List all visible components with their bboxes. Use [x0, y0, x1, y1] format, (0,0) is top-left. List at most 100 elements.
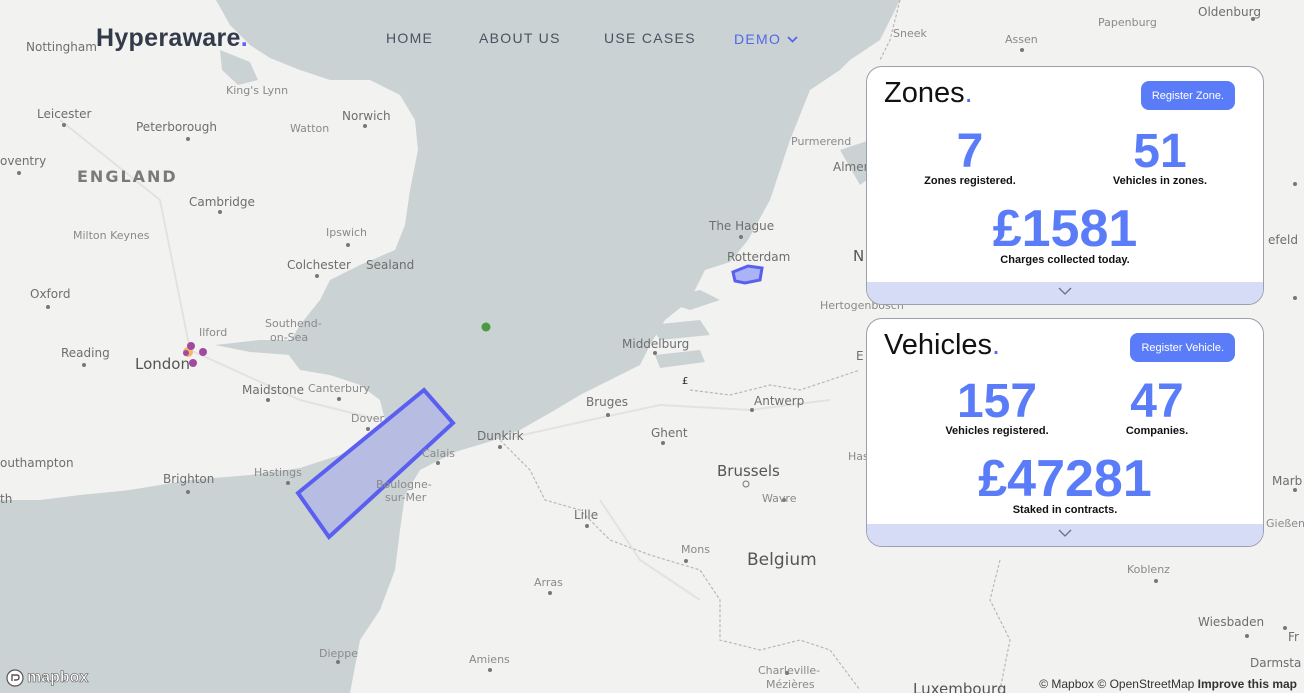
- place-label: Assen: [1005, 33, 1038, 46]
- mapbox-icon: [6, 669, 24, 687]
- nav-about-us[interactable]: ABOUT US: [479, 30, 561, 46]
- place-label: Boulogne-: [376, 478, 432, 491]
- stat-label: Companies.: [1125, 425, 1189, 437]
- place-label: Maidstone: [242, 383, 304, 397]
- place-label: efeld: [1268, 233, 1298, 247]
- place-label: Colchester: [287, 258, 351, 272]
- vehicles-panel: Vehicles. Register Vehicle. 157 Vehicles…: [866, 318, 1264, 547]
- place-label: Charleville-: [758, 664, 821, 677]
- country-label: Belgium: [747, 550, 817, 570]
- place-label: Papenburg: [1098, 16, 1157, 29]
- chevron-down-icon: [1058, 287, 1072, 295]
- place-label: King's Lynn: [226, 84, 289, 97]
- place-label: Mons: [681, 543, 710, 556]
- place-label: Sneek: [893, 27, 927, 40]
- place-label: Watton: [290, 122, 330, 135]
- place-label: Lille: [574, 508, 599, 522]
- place-label: Peterborough: [136, 120, 218, 134]
- place-label: Wavre: [762, 492, 797, 505]
- place-label: Ilford: [199, 326, 228, 339]
- stat-value: 157: [956, 375, 1038, 428]
- site-logo[interactable]: Hyperaware.: [96, 24, 248, 53]
- place-label: Amiens: [469, 653, 510, 666]
- place-label: Ipswich: [326, 226, 368, 239]
- stat-value: 51: [1133, 125, 1187, 178]
- mapbox-logo[interactable]: mapbox: [6, 669, 89, 687]
- place-label: on-Sea: [270, 331, 309, 344]
- staked-contracts-stat: £47281 Staked in contracts.: [957, 453, 1173, 516]
- place-label: N: [853, 247, 865, 265]
- vehicle-marker: [481, 322, 491, 332]
- place-label: Bruges: [586, 395, 629, 409]
- place-label: sur-Mer: [385, 491, 427, 504]
- place-label: Ghent: [651, 426, 688, 440]
- place-label: oventry: [0, 154, 47, 168]
- place-label: Wiesbaden: [1198, 615, 1265, 629]
- stat-label: Vehicles registered.: [945, 425, 1049, 437]
- place-label: Calais: [422, 447, 456, 460]
- place-label: Oldenburg: [1198, 5, 1261, 19]
- place-label: Hastings: [254, 466, 302, 479]
- place-label: Antwerp: [754, 394, 805, 408]
- logo-text: Hyperaware: [96, 24, 241, 52]
- register-vehicle-button[interactable]: Register Vehicle.: [1130, 333, 1235, 362]
- place-label: Rotterdam: [727, 250, 791, 264]
- place-label: Arras: [534, 576, 563, 589]
- companies-stat: 47 Companies.: [1107, 375, 1207, 438]
- place-label: Milton Keynes: [73, 229, 150, 242]
- attribution-mapbox-link[interactable]: © Mapbox: [1039, 677, 1094, 691]
- place-label: Gießen: [1266, 517, 1304, 530]
- place-label: Oxford: [30, 287, 71, 301]
- pound-marker: £: [682, 376, 688, 387]
- place-label: Cambridge: [189, 195, 255, 209]
- place-label: Darmsta: [1250, 656, 1302, 670]
- place-label: Marb: [1272, 474, 1303, 488]
- place-label: E: [856, 349, 864, 363]
- place-label: th: [0, 492, 13, 506]
- vehicles-expand-toggle[interactable]: [867, 524, 1263, 546]
- mapbox-wordmark: mapbox: [27, 669, 89, 687]
- zones-title: Zones.: [884, 77, 973, 109]
- nav-home[interactable]: HOME: [386, 30, 433, 46]
- place-label: Reading: [61, 346, 110, 360]
- zones-registered-stat: 7 Zones registered.: [907, 125, 1033, 188]
- place-label: Fr: [1288, 630, 1299, 644]
- place-label: Middelburg: [622, 337, 690, 351]
- zones-panel: Zones. Register Zone. 7 Zones registered…: [866, 66, 1264, 305]
- improve-map-link[interactable]: Improve this map: [1198, 677, 1297, 691]
- charges-collected-stat: £1581 Charges collected today.: [967, 200, 1163, 266]
- nav-use-cases[interactable]: USE CASES: [604, 30, 696, 46]
- place-label: Brussels: [717, 462, 780, 480]
- place-label: Mézières: [766, 678, 815, 691]
- vehicles-in-zones-stat: 51 Vehicles in zones.: [1097, 125, 1223, 188]
- place-label: Purmerend: [791, 135, 852, 148]
- place-label: Dover: [351, 412, 384, 425]
- stat-value: 47: [1130, 375, 1184, 428]
- place-label: Koblenz: [1127, 563, 1170, 576]
- map-attribution: © Mapbox © OpenStreetMap Improve this ma…: [1039, 677, 1297, 691]
- chevron-down-icon: [787, 30, 798, 46]
- country-label: ENGLAND: [77, 167, 178, 186]
- place-label: Almer: [833, 160, 869, 174]
- vehicles-title: Vehicles.: [884, 329, 1001, 361]
- vehicles-registered-stat: 157 Vehicles registered.: [927, 375, 1067, 438]
- stat-label: Vehicles in zones.: [1112, 175, 1208, 187]
- nav-demo[interactable]: DEMO: [734, 30, 798, 47]
- place-label: The Hague: [709, 219, 775, 233]
- attribution-osm-link[interactable]: © OpenStreetMap: [1097, 677, 1194, 691]
- place-label: London: [135, 355, 190, 373]
- place-label: Dieppe: [319, 647, 359, 660]
- place-label: Nottingham: [26, 40, 97, 54]
- stat-label: Zones registered.: [924, 175, 1016, 187]
- zones-expand-toggle[interactable]: [867, 282, 1263, 304]
- stat-value: £1581: [992, 200, 1138, 258]
- stat-value: 7: [956, 125, 984, 178]
- place-label: outhampton: [0, 456, 74, 470]
- chevron-down-icon: [1058, 529, 1072, 537]
- place-label: Norwich: [342, 109, 391, 123]
- place-label: Luxembourg: [913, 680, 1007, 693]
- place-label: Southend-: [265, 317, 322, 330]
- place-label: Canterbury: [308, 382, 370, 395]
- register-zone-button[interactable]: Register Zone.: [1140, 81, 1235, 110]
- place-label: Dunkirk: [477, 429, 524, 443]
